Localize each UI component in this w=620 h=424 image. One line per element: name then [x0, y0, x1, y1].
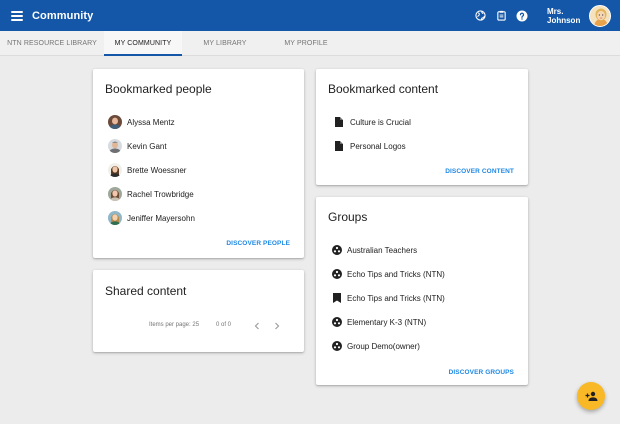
group-label: Echo Tips and Tricks (NTN) — [347, 293, 445, 303]
previous-page-button[interactable] — [252, 321, 262, 331]
group-row[interactable]: Group Demo(owner) — [331, 338, 420, 354]
person-avatar — [108, 163, 122, 177]
group-icon — [331, 269, 342, 280]
group-row[interactable]: Echo Tips and Tricks (NTN) — [331, 266, 445, 282]
menu-icon[interactable] — [11, 10, 23, 21]
add-group-fab[interactable] — [577, 382, 605, 410]
globe-icon[interactable] — [473, 9, 487, 23]
next-page-button[interactable] — [272, 321, 282, 331]
groups-title: Groups — [328, 210, 368, 224]
bookmark-icon — [331, 293, 342, 304]
person-name: Rachel Trowbridge — [127, 189, 194, 199]
bookmarked-people-card: Bookmarked people Alyssa Mentz Kevin Gan… — [93, 69, 304, 258]
app-bar: Community Mrs. Johnson — [0, 0, 620, 31]
app-bar-actions: Mrs. Johnson — [473, 0, 620, 31]
group-row[interactable]: Australian Teachers — [331, 242, 417, 258]
document-icon — [333, 141, 344, 152]
person-name: Alyssa Mentz — [127, 117, 175, 127]
person-name: Brette Woessner — [127, 165, 187, 175]
help-icon[interactable] — [515, 9, 529, 23]
group-label: Australian Teachers — [347, 245, 418, 255]
tab-my-community[interactable]: MY COMMUNITY — [104, 31, 182, 56]
bookmarked-people-title: Bookmarked people — [105, 82, 212, 96]
person-row[interactable]: Jeniffer Mayersohn — [108, 210, 195, 226]
bookmarked-content-title: Bookmarked content — [328, 82, 439, 96]
person-avatar — [108, 211, 122, 225]
tab-ntn-resource-library[interactable]: NTN RESOURCE LIBRARY — [0, 31, 104, 56]
group-row[interactable]: Elementary K-3 (NTN) — [331, 314, 426, 330]
user-avatar[interactable] — [589, 4, 611, 27]
app-title: Community — [32, 9, 94, 22]
discover-content-link[interactable]: DISCOVER CONTENT — [445, 168, 514, 175]
document-icon — [333, 117, 344, 128]
group-row[interactable]: Echo Tips and Tricks (NTN) — [331, 290, 445, 306]
group-icon — [331, 341, 342, 352]
pagination-range: 0 of 0 — [216, 322, 232, 328]
content-label: Personal Logos — [350, 141, 406, 151]
tab-bar: NTN RESOURCE LIBRARY MY COMMUNITY MY LIB… — [0, 31, 620, 56]
person-row[interactable]: Kevin Gant — [108, 138, 167, 154]
add-people-icon — [585, 391, 597, 401]
discover-groups-link[interactable]: DISCOVER GROUPS — [449, 369, 514, 376]
groups-card: Groups Australian Teachers Echo Tips and… — [316, 197, 528, 385]
shared-content-title: Shared content — [105, 284, 187, 298]
content-label: Culture is Crucial — [350, 117, 411, 127]
group-icon — [331, 245, 342, 256]
clipboard-icon[interactable] — [494, 9, 508, 23]
bookmarked-content-card: Bookmarked content Culture is Crucial Pe… — [316, 69, 528, 185]
shared-content-card: Shared content Items per page: 25 0 of 0 — [93, 270, 304, 352]
person-row[interactable]: Alyssa Mentz — [108, 114, 175, 130]
tab-my-library[interactable]: MY LIBRARY — [186, 31, 264, 56]
user-name[interactable]: Mrs. Johnson — [547, 7, 583, 25]
group-icon — [331, 317, 342, 328]
tab-my-profile[interactable]: MY PROFILE — [267, 31, 345, 56]
person-row[interactable]: Rachel Trowbridge — [108, 186, 194, 202]
person-avatar — [108, 187, 122, 201]
group-label: Elementary K-3 (NTN) — [347, 317, 427, 327]
person-avatar — [108, 139, 122, 153]
chevron-right-icon — [275, 322, 280, 330]
person-avatar — [108, 115, 122, 129]
person-row[interactable]: Brette Woessner — [108, 162, 186, 178]
items-per-page-label: Items per page: 25 — [149, 322, 200, 328]
person-name: Kevin Gant — [127, 141, 167, 151]
content-row[interactable]: Personal Logos — [331, 138, 406, 154]
content-row[interactable]: Culture is Crucial — [331, 114, 411, 130]
discover-people-link[interactable]: DISCOVER PEOPLE — [226, 240, 290, 247]
group-label: Group Demo(owner) — [347, 341, 420, 351]
group-label: Echo Tips and Tricks (NTN) — [347, 269, 445, 279]
person-name: Jeniffer Mayersohn — [127, 213, 195, 223]
chevron-left-icon — [254, 322, 259, 330]
